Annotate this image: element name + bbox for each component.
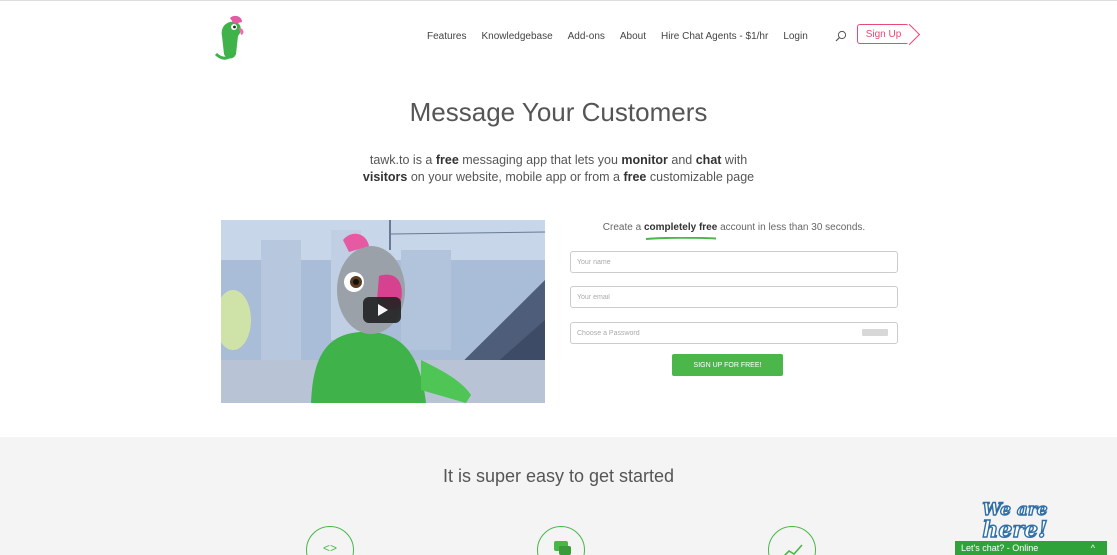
page: Features Knowledgebase Add-ons About Hir…: [0, 0, 1117, 555]
password-input[interactable]: [570, 322, 898, 344]
section-title: It is super easy to get started: [442, 466, 675, 486]
form-heading: Create a completely free account in less…: [570, 222, 898, 233]
hero-text-bold: free: [623, 170, 647, 184]
we-are-here-text-2: here!: [982, 517, 1047, 540]
nav-add-ons[interactable]: Add-ons: [568, 31, 605, 42]
hero-text-bold: visitors: [362, 170, 408, 184]
hero-text: customizable page: [646, 170, 755, 184]
hero-text: tawk.to is a: [369, 153, 436, 167]
name-input[interactable]: [570, 251, 898, 273]
play-icon[interactable]: [363, 297, 401, 323]
chat-status-label: Let's chat? - Online: [961, 543, 1039, 553]
chevron-up-icon[interactable]: ^: [1091, 541, 1095, 555]
hero-text: with: [721, 153, 748, 167]
hero-text-bold: free: [435, 153, 459, 167]
tawkto-logo[interactable]: [212, 14, 252, 64]
nav-knowledgebase[interactable]: Knowledgebase: [481, 31, 552, 42]
intro-video[interactable]: [221, 220, 545, 403]
form-heading-bold: completely free: [643, 222, 718, 233]
form-heading-text: Create a: [602, 222, 644, 233]
hero-text: messaging app that lets you: [458, 153, 622, 167]
hero-subtitle-line-1: tawk.to is a free messaging app that let…: [0, 152, 1117, 169]
hero-title: Message Your Customers: [409, 97, 708, 127]
top-border: [0, 0, 1117, 1]
nav-login[interactable]: Login: [783, 31, 807, 42]
code-icon: <>: [322, 541, 337, 555]
hero-text-bold: monitor: [621, 153, 668, 167]
hero-subtitle: tawk.to is a free messaging app that let…: [0, 152, 1117, 186]
chat-widget-bar[interactable]: Let's chat? - Online ^: [955, 541, 1107, 555]
nav-features[interactable]: Features: [427, 31, 466, 42]
password-visibility-toggle[interactable]: [862, 329, 888, 336]
hero-text-bold: chat: [695, 153, 722, 167]
chat-step-icon: [537, 526, 585, 555]
signup-button[interactable]: Sign Up: [857, 24, 909, 44]
email-input[interactable]: [570, 286, 898, 308]
search-icon[interactable]: [835, 30, 847, 42]
hero-subtitle-line-2: visitors on your website, mobile app or …: [0, 169, 1117, 186]
nav-about[interactable]: About: [620, 31, 646, 42]
signup-button-label: Sign Up: [865, 29, 902, 40]
signup-free-button[interactable]: SIGN UP FOR FREE!: [672, 354, 783, 376]
hero-text: on your website, mobile app or from a: [407, 170, 624, 184]
main-nav: Features Knowledgebase Add-ons About Hir…: [427, 30, 867, 42]
chart-trend-icon: [783, 544, 803, 555]
we-are-here-badge[interactable]: We are here!: [955, 495, 1075, 540]
growth-step-icon: [768, 526, 816, 555]
form-heading-text: account in less than 30 seconds.: [717, 222, 866, 233]
hero-text: and: [667, 153, 696, 167]
nav-hire-chat-agents[interactable]: Hire Chat Agents - $1/hr: [661, 31, 768, 42]
chat-bubbles-icon: [554, 541, 571, 555]
green-underline: [645, 237, 717, 240]
